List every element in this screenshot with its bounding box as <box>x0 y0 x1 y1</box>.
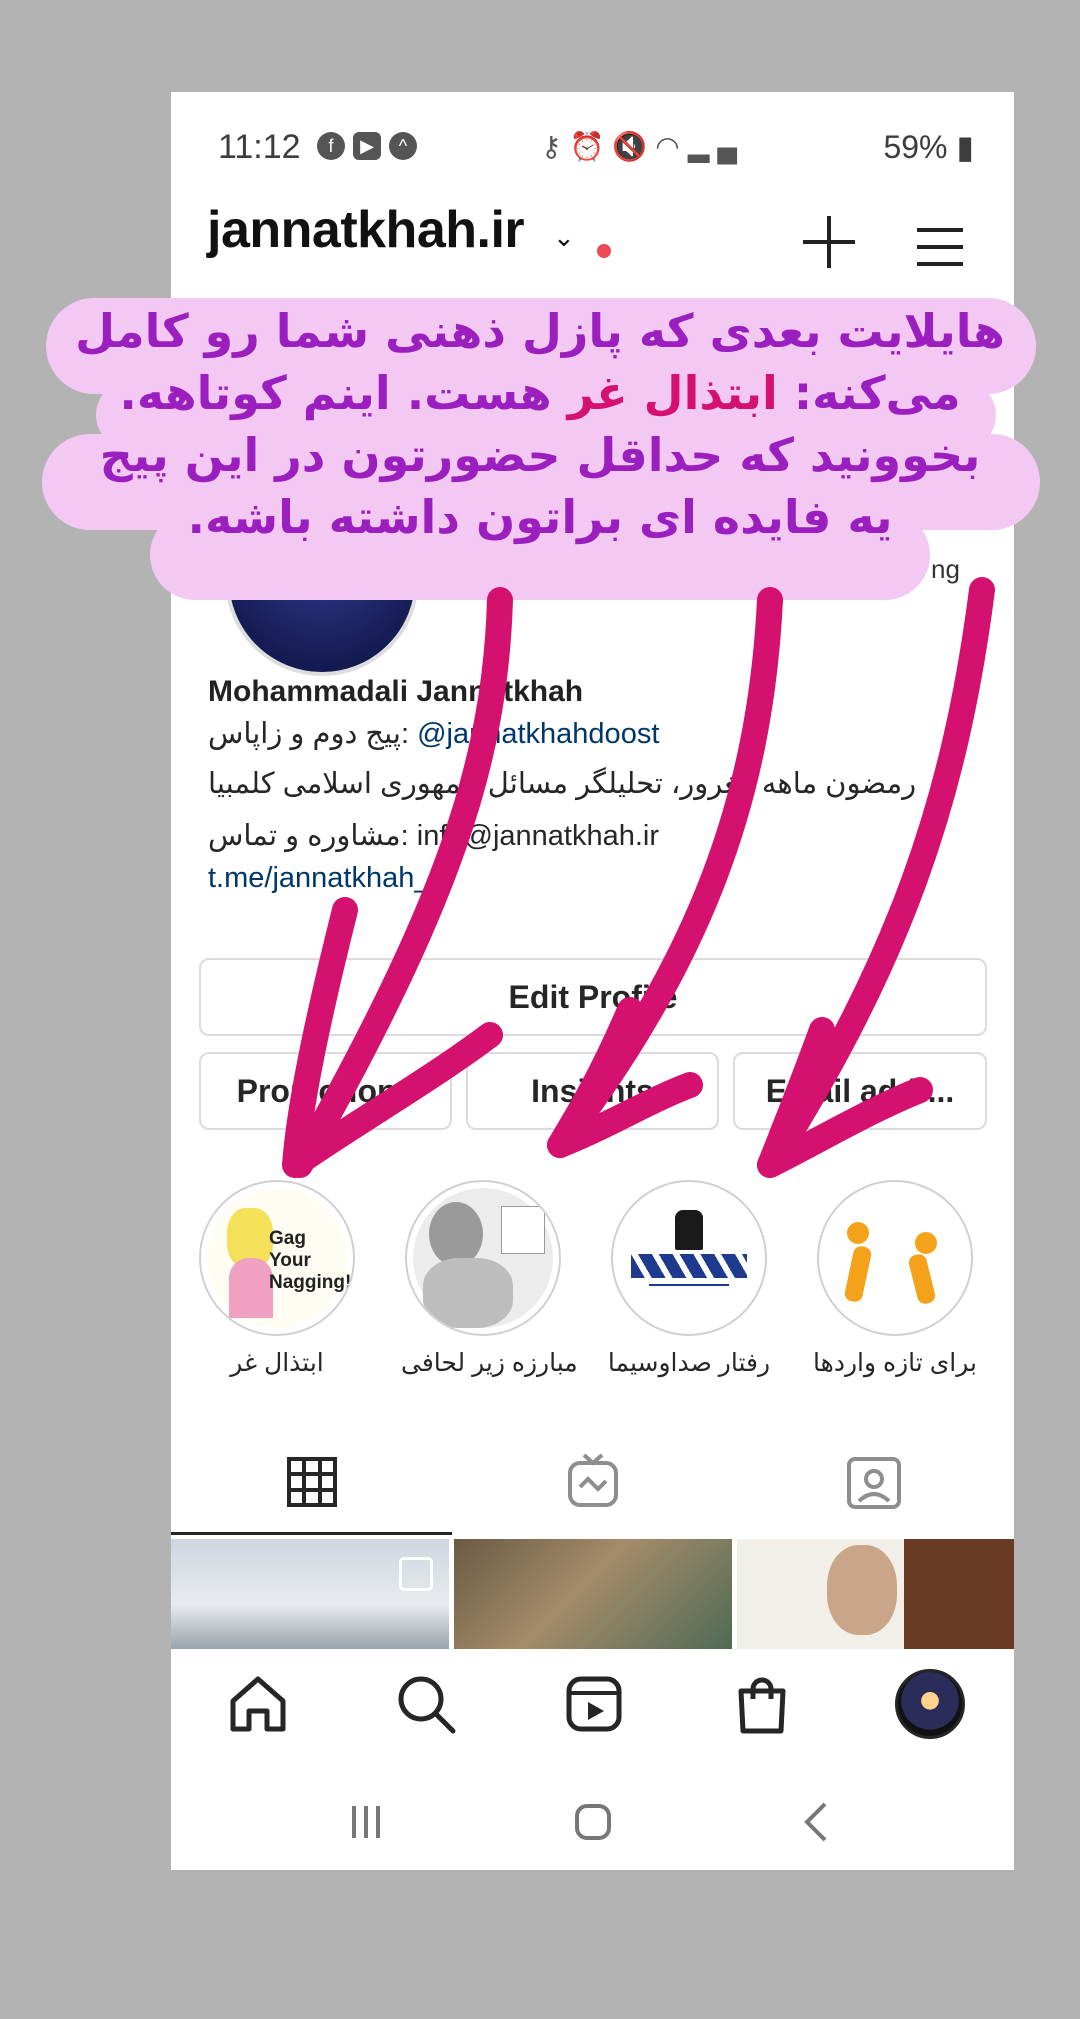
arrow-annotations <box>282 577 995 1178</box>
arrow-1-icon <box>287 587 513 1178</box>
arrow-2-head-icon <box>547 997 703 1158</box>
